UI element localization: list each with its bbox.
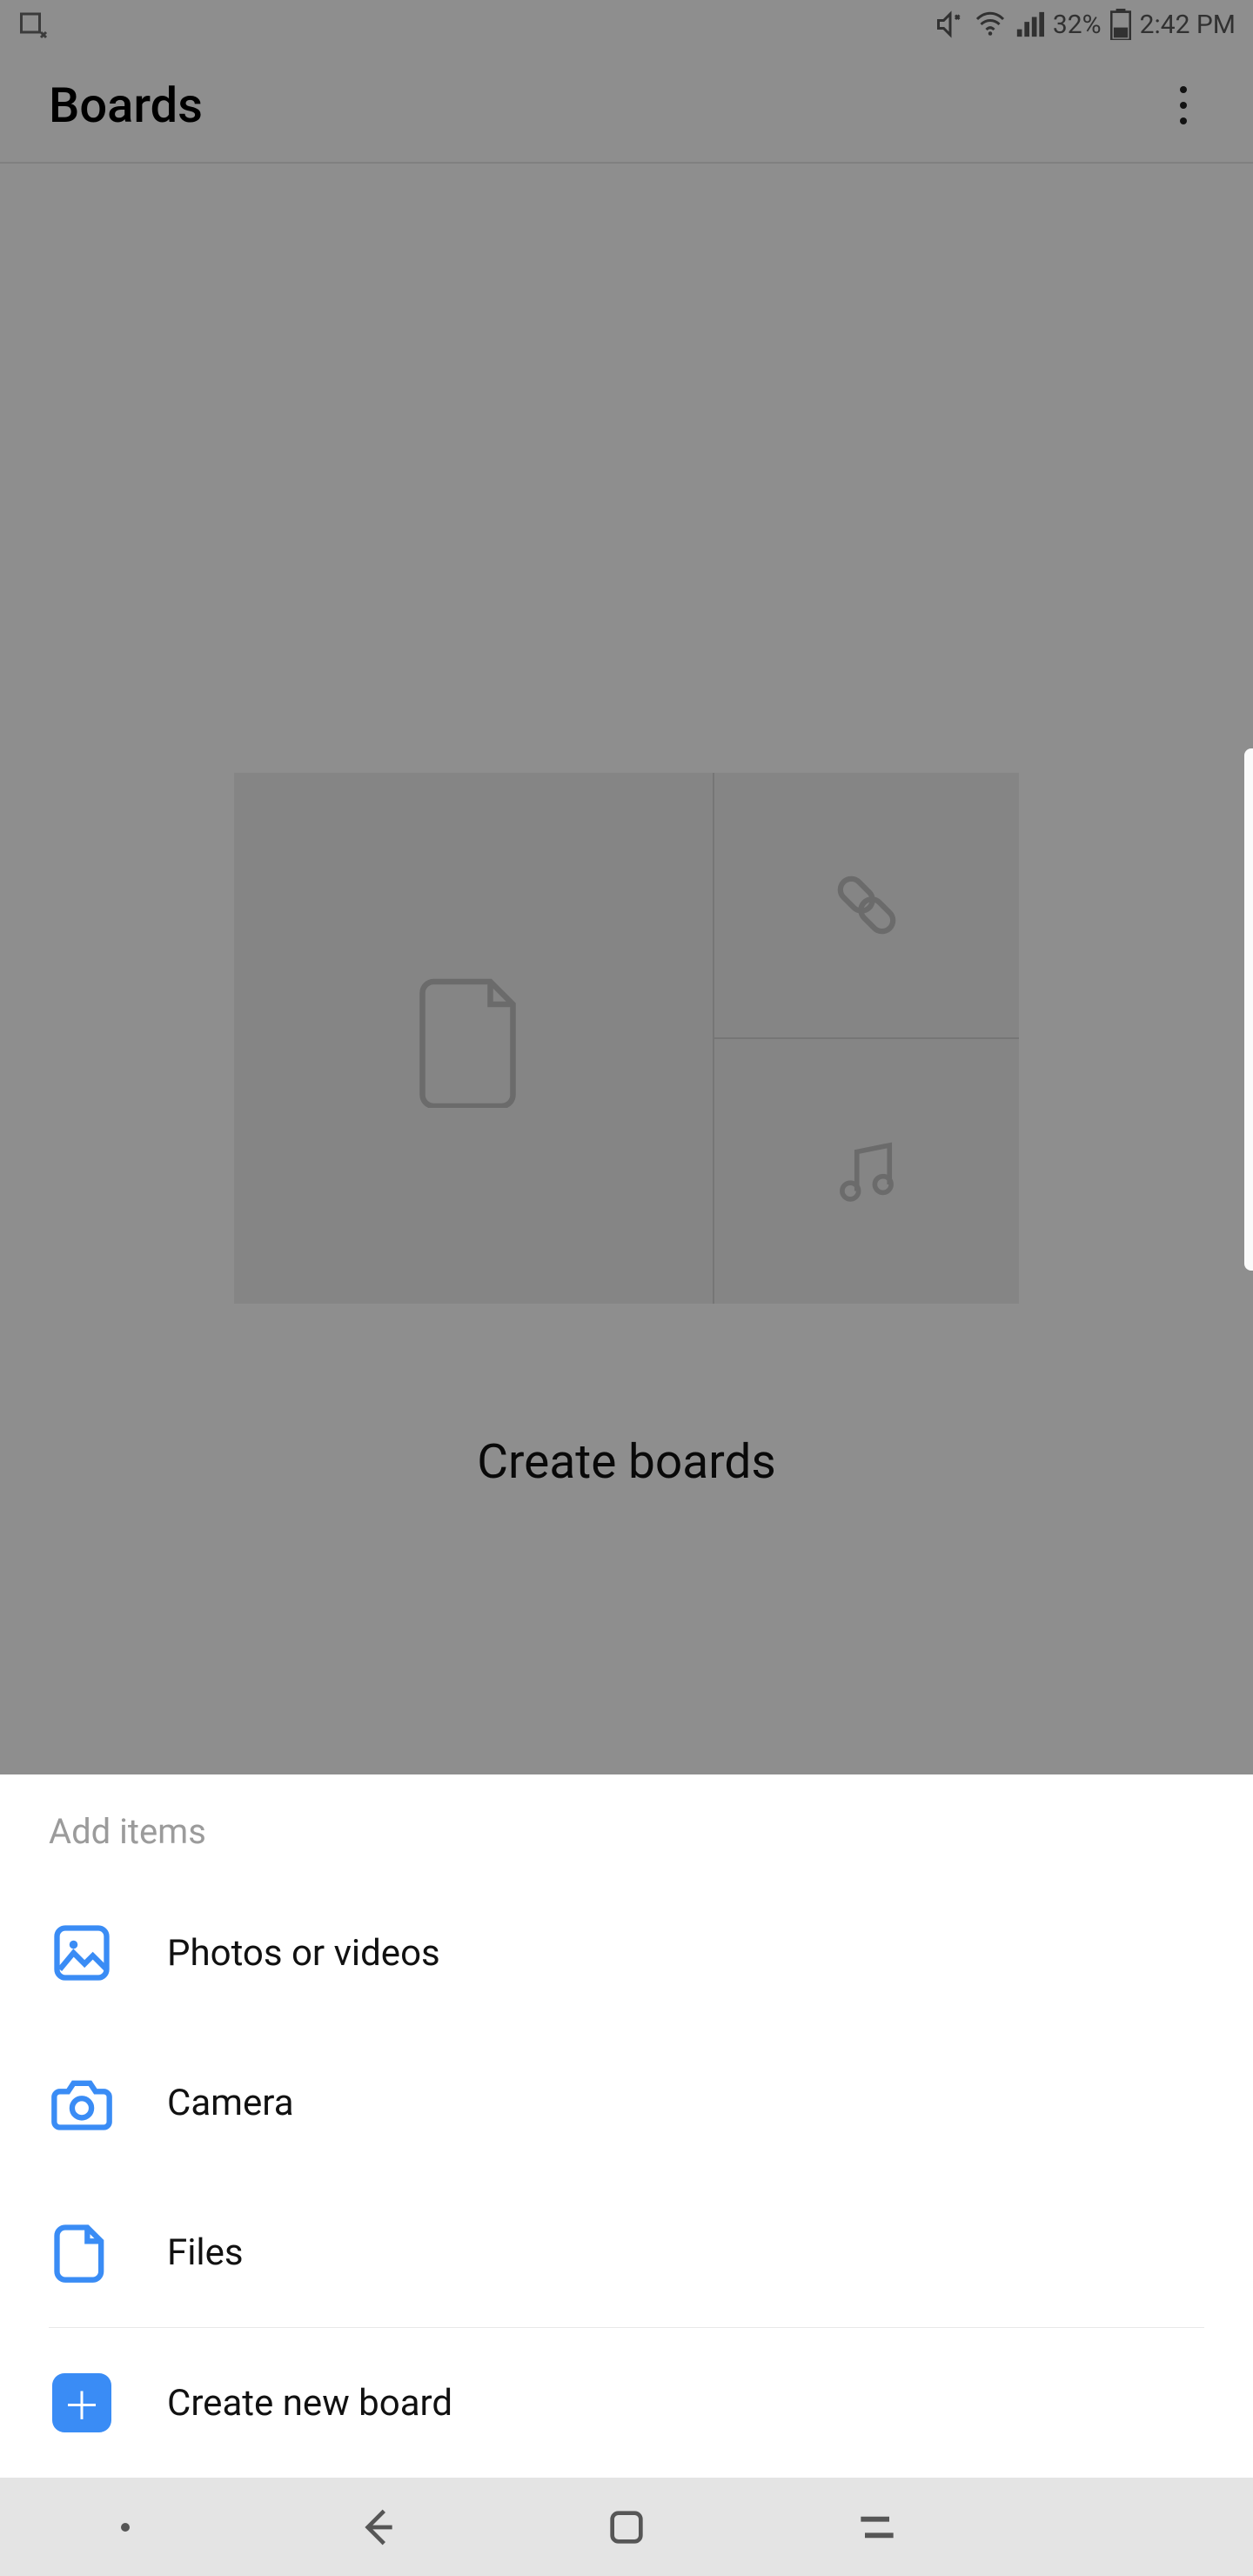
home-button[interactable] xyxy=(592,2501,661,2553)
sheet-item-label: Create new board xyxy=(167,2382,452,2425)
navigation-bar xyxy=(0,2478,1253,2576)
sheet-item-create-board[interactable]: ＋ Create new board xyxy=(0,2328,1253,2478)
photo-icon xyxy=(49,1920,115,1986)
sheet-title: Add items xyxy=(0,1811,1253,1878)
sheet-item-label: Photos or videos xyxy=(167,1932,440,1975)
sheet-item-label: Files xyxy=(167,2231,244,2274)
plus-icon: ＋ xyxy=(49,2370,115,2436)
bottom-sheet: Add items Photos or videos Camera Files … xyxy=(0,1774,1253,2478)
sheet-item-camera[interactable]: Camera xyxy=(0,2028,1253,2177)
scroll-indicator xyxy=(1244,748,1253,1271)
sheet-item-label: Camera xyxy=(167,2082,294,2124)
sheet-item-photos[interactable]: Photos or videos xyxy=(0,1878,1253,2028)
nav-extra-dot[interactable] xyxy=(90,2523,160,2532)
camera-icon xyxy=(49,2070,115,2136)
recent-apps-button[interactable] xyxy=(842,2501,912,2553)
sheet-item-files[interactable]: Files xyxy=(0,2177,1253,2327)
files-icon xyxy=(49,2219,115,2285)
back-button[interactable] xyxy=(341,2501,411,2553)
